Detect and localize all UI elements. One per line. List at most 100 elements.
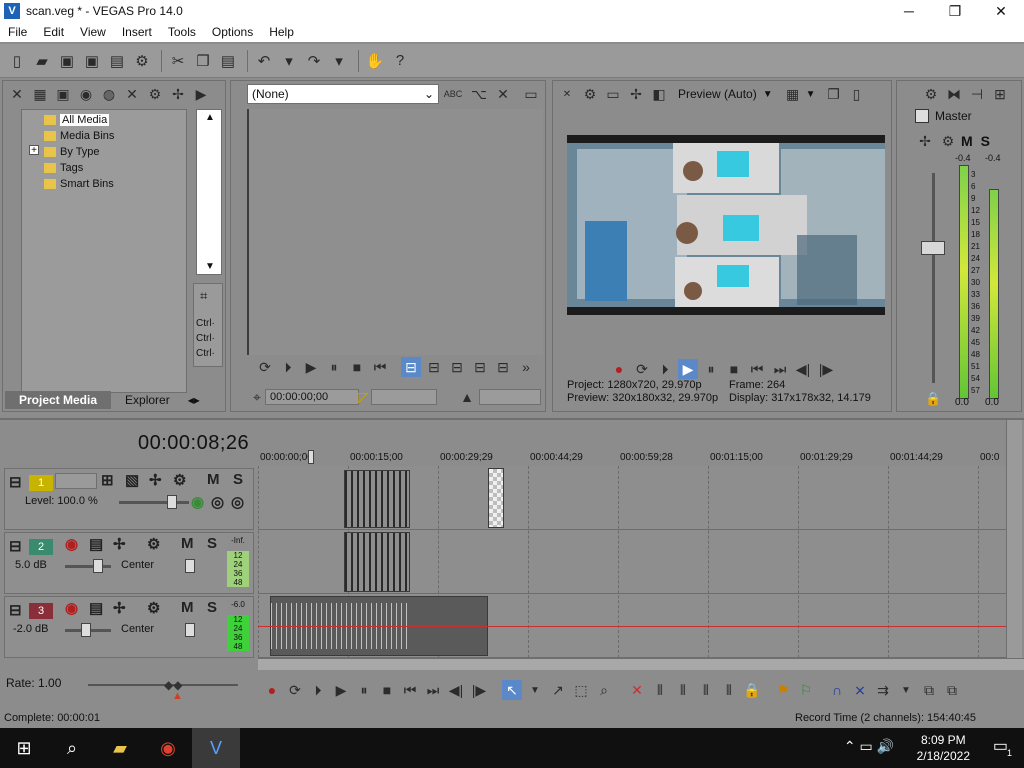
collapse-track-icon[interactable]: ⊟ — [9, 537, 22, 555]
menu-tools[interactable]: Tools — [160, 25, 204, 39]
invert-phase-icon[interactable]: ▤ — [89, 599, 103, 617]
pause-icon[interactable]: ⏸ — [701, 359, 721, 379]
selection-tool-icon[interactable]: ⬚ — [571, 680, 591, 700]
track-fx-gear-icon[interactable]: ⚙ — [147, 599, 160, 617]
clear-trimmer-icon[interactable]: ✕ — [493, 84, 513, 104]
cut-icon[interactable]: ✂ — [167, 50, 189, 72]
previous-frame-icon[interactable]: ◀| — [446, 680, 466, 700]
expand-toggle-icon[interactable]: + — [29, 145, 39, 156]
trimmer-media-select[interactable]: (None) ⌄ — [247, 84, 439, 104]
trimmer-view[interactable] — [247, 109, 543, 355]
pan-icon[interactable]: ✢ — [113, 535, 126, 553]
track-lane-3[interactable] — [258, 594, 1006, 658]
loop-icon[interactable]: ⟳ — [285, 680, 305, 700]
replace-icon[interactable]: ⊟ — [470, 357, 490, 377]
redo-icon[interactable]: ↷ — [303, 50, 325, 72]
close-button[interactable]: ✕ — [978, 0, 1024, 22]
insert-icon[interactable]: ⊟ — [424, 357, 444, 377]
fit-icon[interactable]: ⊟ — [493, 357, 513, 377]
pan-icon[interactable]: ✢ — [915, 131, 935, 151]
video-clip[interactable] — [344, 470, 410, 528]
hand-icon[interactable]: ✋ — [364, 50, 386, 72]
insert-region-icon[interactable]: ⚐ — [796, 680, 816, 700]
add-to-timeline-icon[interactable]: ⊟ — [401, 357, 421, 377]
vegas-taskbar-icon[interactable]: V — [192, 728, 240, 768]
properties-gear-icon[interactable]: ⚙ — [131, 50, 153, 72]
import-media-icon[interactable]: ▦ — [30, 84, 50, 104]
save-icon[interactable]: ▣ — [56, 50, 78, 72]
windows-start-icon[interactable]: ⊞ — [0, 728, 48, 768]
go-to-end-icon[interactable]: ⏭ — [770, 359, 790, 379]
open-folder-icon[interactable]: ▰ — [31, 50, 53, 72]
undo-icon[interactable]: ↶ — [253, 50, 275, 72]
tab-scroll-arrows-icon[interactable]: ◂▸ — [184, 391, 204, 409]
overwrite-icon[interactable]: ⊟ — [447, 357, 467, 377]
chevron-down-icon[interactable]: ▼ — [525, 680, 545, 700]
menu-view[interactable]: View — [72, 25, 114, 39]
arm-record-icon[interactable]: ◉ — [65, 535, 78, 553]
master-solo-button[interactable]: S — [981, 133, 990, 149]
copy-snapshot-icon[interactable]: ❐ — [824, 84, 844, 104]
master-mute-button[interactable]: M — [961, 133, 973, 149]
file-explorer-icon[interactable]: ▰ — [96, 728, 144, 768]
save-as-icon[interactable]: ▣ — [81, 50, 103, 72]
stop-icon[interactable]: ■ — [377, 680, 397, 700]
marker-icon[interactable]: ⌖ — [247, 387, 267, 407]
chrome-icon[interactable]: ◉ — [144, 728, 192, 768]
insert-marker-icon[interactable]: ⚑ — [773, 680, 793, 700]
whats-this-help-icon[interactable]: ? — [389, 50, 411, 72]
trimmer-tools-icon[interactable]: ⌥ — [469, 84, 489, 104]
tree-item-by-type[interactable]: By Type — [44, 144, 100, 160]
chevron-down-icon[interactable]: ▼ — [806, 89, 816, 100]
split-screen-icon[interactable]: ✢ — [626, 84, 646, 104]
trimmer-options-icon[interactable]: ▭ — [521, 84, 541, 104]
menu-file[interactable]: File — [0, 25, 35, 39]
media-tree-scrollbar[interactable]: ▲ ▼ — [196, 109, 222, 275]
stop-icon[interactable]: ■ — [347, 357, 367, 377]
previous-frame-icon[interactable]: ◀| — [793, 359, 813, 379]
snapshot-icon[interactable]: ▲ — [457, 387, 477, 407]
timeline-vertical-scrollbar[interactable] — [1006, 420, 1022, 658]
trim-start-icon[interactable]: ⫴ — [673, 680, 693, 700]
play-icon[interactable]: ▶ — [678, 359, 698, 379]
master-toggle-icon[interactable] — [915, 109, 929, 123]
paste-icon[interactable]: ▤ — [217, 50, 239, 72]
track-lane-1[interactable] — [258, 466, 1006, 530]
track-mute-button[interactable]: M — [181, 599, 194, 616]
copy-icon[interactable]: ❐ — [192, 50, 214, 72]
rate-marker-icon[interactable]: ▲ — [172, 690, 183, 702]
system-tray-icons[interactable]: ⌃ ▭ 🔊 — [844, 738, 894, 755]
dim-output-icon[interactable]: ⊣ — [967, 84, 987, 104]
mixer-gear-icon[interactable]: ⚙ — [921, 84, 941, 104]
collapse-track-icon[interactable]: ⊟ — [9, 601, 22, 619]
minimize-button[interactable]: ─ — [886, 0, 932, 22]
play-from-start-icon[interactable]: ⏵ — [308, 680, 328, 700]
search-icon[interactable]: ⌕ — [48, 728, 96, 768]
play-icon[interactable]: ▶ — [331, 680, 351, 700]
overlays-grid-icon[interactable]: ▦ — [783, 84, 803, 104]
composite-mode-icon[interactable]: ◉ — [191, 493, 204, 511]
media-properties-icon[interactable]: ⚙ — [145, 84, 165, 104]
web-media-icon[interactable]: ◍ — [99, 84, 119, 104]
track-fx-gear-icon[interactable]: ⚙ — [173, 471, 186, 489]
menu-insert[interactable]: Insert — [114, 25, 160, 39]
track-header-1[interactable]: ⊟ 1 ⊞ ▧ ✢ ⚙ M S Level: 100.0 % ◉ ◎ ◎ — [4, 468, 254, 530]
pan-crop-icon[interactable]: ✢ — [149, 471, 162, 489]
go-to-end-icon[interactable]: ⏭ — [423, 680, 443, 700]
scroll-down-icon[interactable]: ▼ — [205, 261, 215, 272]
taskbar-clock[interactable]: 8:09 PM 2/18/2022 — [917, 732, 970, 764]
track-solo-button[interactable]: S — [233, 471, 243, 488]
play-from-start-icon[interactable]: ⏵ — [278, 357, 298, 377]
media-fx-icon[interactable]: ✢ — [168, 84, 188, 104]
invert-phase-icon[interactable]: ▤ — [89, 535, 103, 553]
lock-icon[interactable]: 🔒 — [742, 680, 762, 700]
rate-slider[interactable] — [88, 684, 238, 686]
normal-edit-tool-icon[interactable]: ↖ — [502, 680, 522, 700]
external-monitor-icon[interactable]: ▭ — [603, 84, 623, 104]
level-slider-handle[interactable] — [167, 495, 177, 509]
fx-bypass-icon[interactable]: ◧ — [649, 84, 669, 104]
selection-marker-icon[interactable]: ◸ — [353, 387, 373, 407]
auto-crossfade-icon[interactable]: ⨯ — [850, 680, 870, 700]
maximize-button[interactable]: ❐ — [932, 0, 978, 22]
parent-icon[interactable]: ◎ — [211, 493, 224, 511]
